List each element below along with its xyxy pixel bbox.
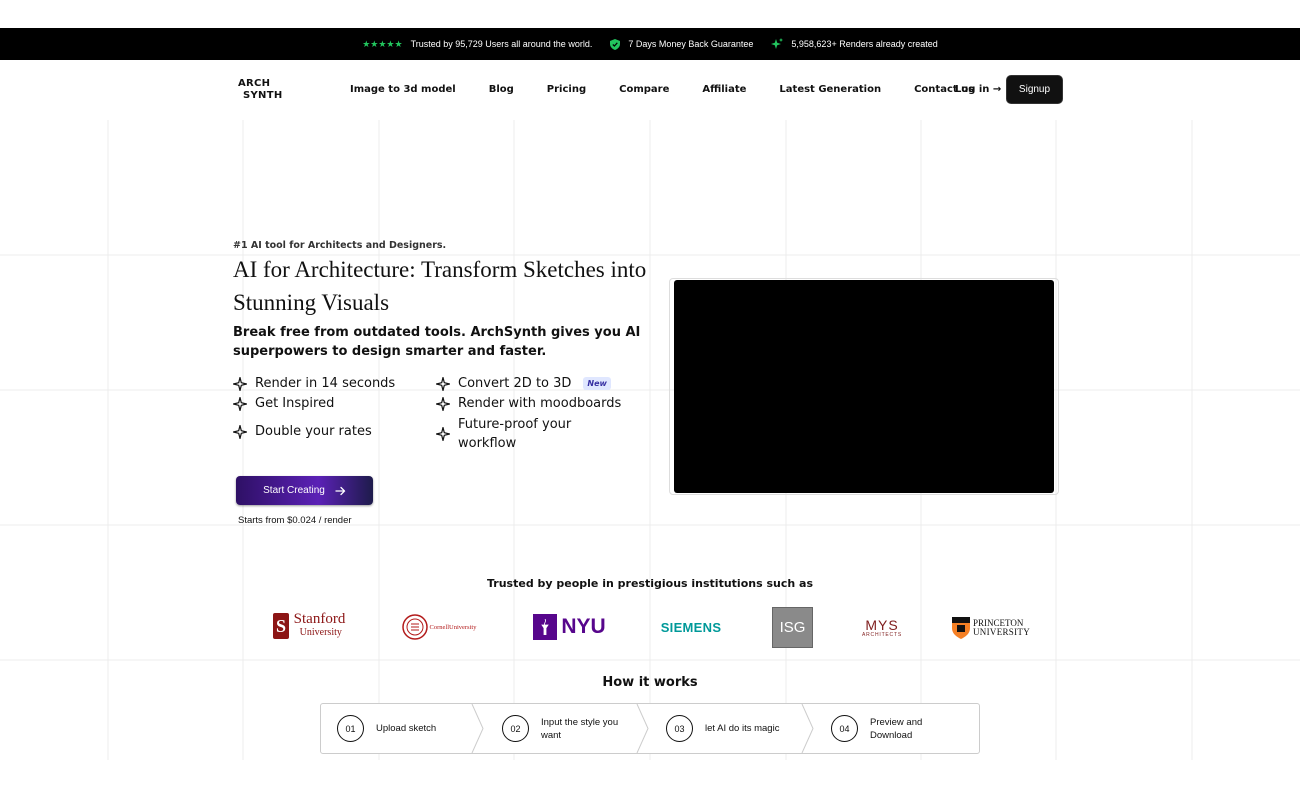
guarantee-text: 7 Days Money Back Guarantee xyxy=(628,39,754,49)
nav-links: Image to 3d model Blog Pricing Compare A… xyxy=(350,84,974,95)
step-label: let AI do its magic xyxy=(705,723,780,734)
step-number: 04 xyxy=(831,715,858,742)
step-label: Upload sketch xyxy=(376,723,437,734)
sparkle-icon xyxy=(233,396,247,411)
princeton-shield-icon xyxy=(952,617,970,639)
isg-logo: ISG xyxy=(772,607,813,648)
nav-link-image-to-3d[interactable]: Image to 3d model xyxy=(350,84,456,95)
background-grid xyxy=(0,120,1300,760)
nav-link-latest-generation[interactable]: Latest Generation xyxy=(779,84,881,95)
feature-item: Future-proof your workflow xyxy=(436,415,606,453)
princeton-logo: PRINCETON UNIVERSITY xyxy=(950,615,1032,641)
chevron-divider-icon xyxy=(636,704,649,753)
svg-text:S: S xyxy=(276,616,286,636)
step-item: 01 Upload sketch xyxy=(337,704,477,753)
institution-logos: S Stanford University CornellUniversity … xyxy=(0,605,1300,649)
logo-line-1: ARCH xyxy=(238,78,271,89)
nyu-text: NYU xyxy=(561,615,606,638)
nyu-torch-icon xyxy=(533,614,558,640)
princeton-line-2: UNIVERSITY xyxy=(973,627,1030,637)
step-label: Input the style you want xyxy=(541,716,619,741)
step-item: 02 Input the style you want xyxy=(502,704,637,753)
nyu-logo: NYU xyxy=(532,614,607,640)
siemens-logo: SIEMENS xyxy=(656,617,726,637)
start-creating-label: Start Creating xyxy=(263,485,325,496)
cornell-seal-icon xyxy=(401,614,428,640)
feature-label: Get Inspired xyxy=(255,396,335,411)
signup-button[interactable]: Signup xyxy=(1007,76,1062,103)
siemens-text: SIEMENS xyxy=(660,619,722,635)
hero-kicker: #1 AI tool for Architects and Designers. xyxy=(233,240,447,251)
feature-item: Convert 2D to 3D New xyxy=(436,376,611,391)
mys-line-1: MYS xyxy=(865,617,899,633)
step-number: 01 xyxy=(337,715,364,742)
stanford-s-icon: S xyxy=(272,613,289,639)
hero-headline: AI for Architecture: Transform Sketches … xyxy=(233,257,647,315)
feature-item: Render in 14 seconds xyxy=(233,376,395,391)
stanford-logo: S Stanford University xyxy=(268,611,350,641)
trusted-heading: Trusted by people in prestigious institu… xyxy=(487,577,813,590)
hero-subhead: Break free from outdated tools. ArchSynt… xyxy=(233,325,641,359)
cornell-text: CornellUniversity xyxy=(429,623,477,631)
main-nav: ARCH SYNTH Image to 3d model Blog Pricin… xyxy=(0,72,1300,108)
step-item: 03 let AI do its magic xyxy=(666,704,806,753)
signup-label: Signup xyxy=(1018,84,1051,95)
trust-text: Trusted by 95,729 Users all around the w… xyxy=(410,39,593,49)
feature-label: Render with moodboards xyxy=(458,396,622,411)
how-it-works-title: How it works xyxy=(602,675,698,690)
login-link[interactable]: Log in → xyxy=(955,84,1001,95)
feature-label: Render in 14 seconds xyxy=(255,376,396,391)
how-it-works-steps: 01 Upload sketch 02 Input the style you … xyxy=(320,703,980,754)
step-item: 04 Preview and Download xyxy=(831,704,971,753)
feature-item: Get Inspired xyxy=(233,396,334,411)
price-note: Starts from $0.024 / render xyxy=(238,515,352,526)
sparkle-icon xyxy=(233,424,247,439)
nav-link-affiliate[interactable]: Affiliate xyxy=(702,84,746,95)
feature-item: Render with moodboards xyxy=(436,396,621,411)
mys-logo: MYS ARCHITECTS xyxy=(858,615,906,641)
renders-item: 5,958,623+ Renders already created xyxy=(771,38,938,50)
nav-link-pricing[interactable]: Pricing xyxy=(547,84,586,95)
chevron-divider-icon xyxy=(471,704,484,753)
sparkle-icon xyxy=(436,427,450,441)
stanford-line-1: Stanford xyxy=(293,611,346,627)
arrow-right-icon xyxy=(335,486,346,495)
nav-link-compare[interactable]: Compare xyxy=(619,84,669,95)
mys-line-2: ARCHITECTS xyxy=(862,632,902,638)
isg-text: ISG xyxy=(779,619,806,636)
stanford-line-2: University xyxy=(299,627,342,638)
archsynth-logo[interactable]: ARCH SYNTH xyxy=(238,78,283,102)
feature-label: Double your rates xyxy=(255,424,372,439)
chevron-divider-icon xyxy=(801,704,814,753)
logo-line-2: SYNTH xyxy=(243,90,283,101)
star-rating-icon: ★★★★★ xyxy=(362,38,403,49)
renders-text: 5,958,623+ Renders already created xyxy=(791,39,938,49)
sparkle-icon xyxy=(436,376,450,391)
step-label: Preview and Download xyxy=(870,716,923,741)
start-creating-button[interactable]: Start Creating xyxy=(236,476,373,505)
feature-label: Convert 2D to 3D xyxy=(458,376,572,391)
shield-check-icon xyxy=(610,38,621,50)
sparkle-icon xyxy=(436,396,450,411)
sparkle-icon xyxy=(233,376,247,391)
step-number: 02 xyxy=(502,715,529,742)
announcement-bar: ★★★★★ Trusted by 95,729 Users all around… xyxy=(0,28,1300,60)
nav-link-blog[interactable]: Blog xyxy=(489,84,514,95)
feature-item: Double your rates xyxy=(233,424,372,439)
new-badge: New xyxy=(583,377,611,390)
feature-label: Future-proof your workflow xyxy=(458,417,572,451)
trust-item: ★★★★★ Trusted by 95,729 Users all around… xyxy=(362,39,592,50)
step-number: 03 xyxy=(666,715,693,742)
demo-video[interactable] xyxy=(674,280,1054,493)
guarantee-item: 7 Days Money Back Guarantee xyxy=(610,38,754,50)
sparkles-icon xyxy=(771,38,784,49)
cornell-logo: CornellUniversity xyxy=(398,613,480,641)
